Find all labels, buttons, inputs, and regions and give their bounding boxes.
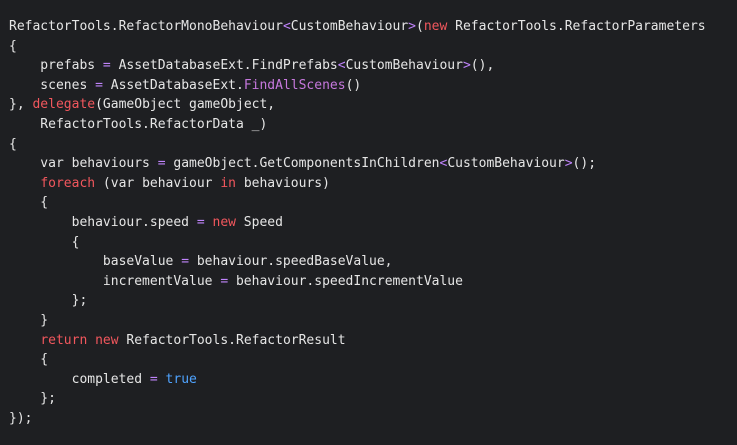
code-token: { (9, 234, 80, 250)
code-token: = (157, 156, 166, 172)
code-token: delegate (32, 97, 96, 113)
code-token: var behaviours (9, 156, 158, 172)
code-line[interactable]: scenes = AssetDatabaseExt.FindAllScenes(… (9, 76, 737, 96)
code-line[interactable]: { (9, 233, 737, 253)
code-token: ( (416, 19, 424, 34)
code-line[interactable]: var behaviours = gameObject.GetComponent… (9, 154, 737, 174)
code-token: > (462, 58, 471, 74)
code-line[interactable]: { (9, 37, 737, 57)
code-token: completed (9, 371, 150, 387)
code-token: }; (9, 293, 88, 309)
code-token: FindAllScenes (243, 77, 346, 93)
code-token: return (40, 332, 88, 348)
code-line[interactable]: { (9, 350, 737, 370)
code-line[interactable]: return new RefactorTools.RefactorResult (9, 331, 737, 351)
code-line[interactable]: }; (9, 291, 737, 311)
code-line[interactable]: baseValue = behaviour.speedBaseValue, (9, 252, 737, 272)
code-token: CustomBehaviour (290, 19, 409, 34)
code-token: RefactorTools.RefactorResult (118, 332, 346, 348)
code-token: }); (9, 410, 33, 426)
code-token: < (337, 58, 346, 74)
code-token: Speed (235, 214, 283, 230)
code-token: = (181, 254, 190, 270)
code-token: incrementValue (9, 273, 221, 289)
code-line[interactable]: completed = true (9, 370, 737, 390)
code-token: AssetDatabaseExt.FindPrefabs (110, 58, 338, 74)
code-token: }; (9, 391, 56, 407)
code-token: } (9, 312, 49, 328)
code-token: { (9, 136, 17, 152)
code-token: < (282, 19, 291, 34)
code-token: behaviour.speed (9, 214, 197, 230)
code-lines: RefactorTools.RefactorMonoBehaviour<Cust… (9, 17, 737, 428)
code-token: RefactorTools.RefactorData _) (9, 116, 268, 132)
code-token: (), (470, 58, 495, 74)
code-line[interactable]: } (9, 311, 737, 331)
code-line[interactable]: behaviour.speed = new Speed (9, 213, 737, 233)
code-token: RefactorTools.RefactorMonoBehaviour (9, 19, 283, 34)
code-token: behaviours) (236, 175, 330, 191)
code-line[interactable]: RefactorTools.RefactorMonoBehaviour<Cust… (9, 17, 737, 37)
code-token: foreach (40, 175, 96, 191)
code-token: scenes (9, 77, 96, 93)
code-token: = (95, 77, 103, 93)
code-line[interactable]: foreach (var behaviour in behaviours) (9, 174, 737, 194)
code-token: = (102, 58, 111, 74)
code-token: = (196, 214, 205, 230)
code-token: { (9, 38, 17, 54)
code-token: new (423, 19, 448, 34)
code-token: CustomBehaviour (447, 156, 565, 172)
code-line[interactable]: prefabs = AssetDatabaseExt.FindPrefabs<C… (9, 56, 737, 76)
code-token: = (220, 273, 229, 289)
code-token: RefactorTools.RefactorParameters (447, 19, 706, 34)
code-editor[interactable]: RefactorTools.RefactorMonoBehaviour<Cust… (0, 0, 737, 445)
code-token: behaviour.speedIncrementValue (228, 273, 463, 289)
code-token: gameObject.GetComponentsInChildren (165, 156, 440, 172)
code-token: prefabs (9, 58, 103, 74)
code-line[interactable]: }, delegate(GameObject gameObject, (9, 95, 737, 115)
code-token: > (408, 19, 416, 34)
code-token: true (165, 371, 197, 387)
code-line[interactable]: }); (9, 409, 737, 429)
code-token: = (149, 371, 158, 387)
code-token: AssetDatabaseExt. (102, 77, 244, 93)
code-token: { (9, 195, 49, 211)
code-token: baseValue (9, 254, 182, 270)
code-token: new (212, 214, 236, 230)
code-token: }, (9, 97, 33, 113)
code-token: { (9, 352, 49, 368)
code-token: behaviour.speedBaseValue, (189, 254, 393, 270)
code-token: > (564, 156, 573, 172)
code-token: () (345, 77, 362, 93)
code-token: (var behaviour (95, 175, 221, 191)
code-token: (); (572, 156, 597, 172)
code-line[interactable]: { (9, 135, 737, 155)
code-line[interactable]: incrementValue = behaviour.speedIncremen… (9, 272, 737, 292)
code-token: in (220, 175, 236, 191)
code-line[interactable]: }; (9, 389, 737, 409)
code-token: (GameObject gameObject, (95, 97, 276, 113)
code-line[interactable]: { (9, 193, 737, 213)
code-token: CustomBehaviour (345, 58, 463, 74)
code-line[interactable]: RefactorTools.RefactorData _) (9, 115, 737, 135)
code-token: new (95, 332, 119, 348)
